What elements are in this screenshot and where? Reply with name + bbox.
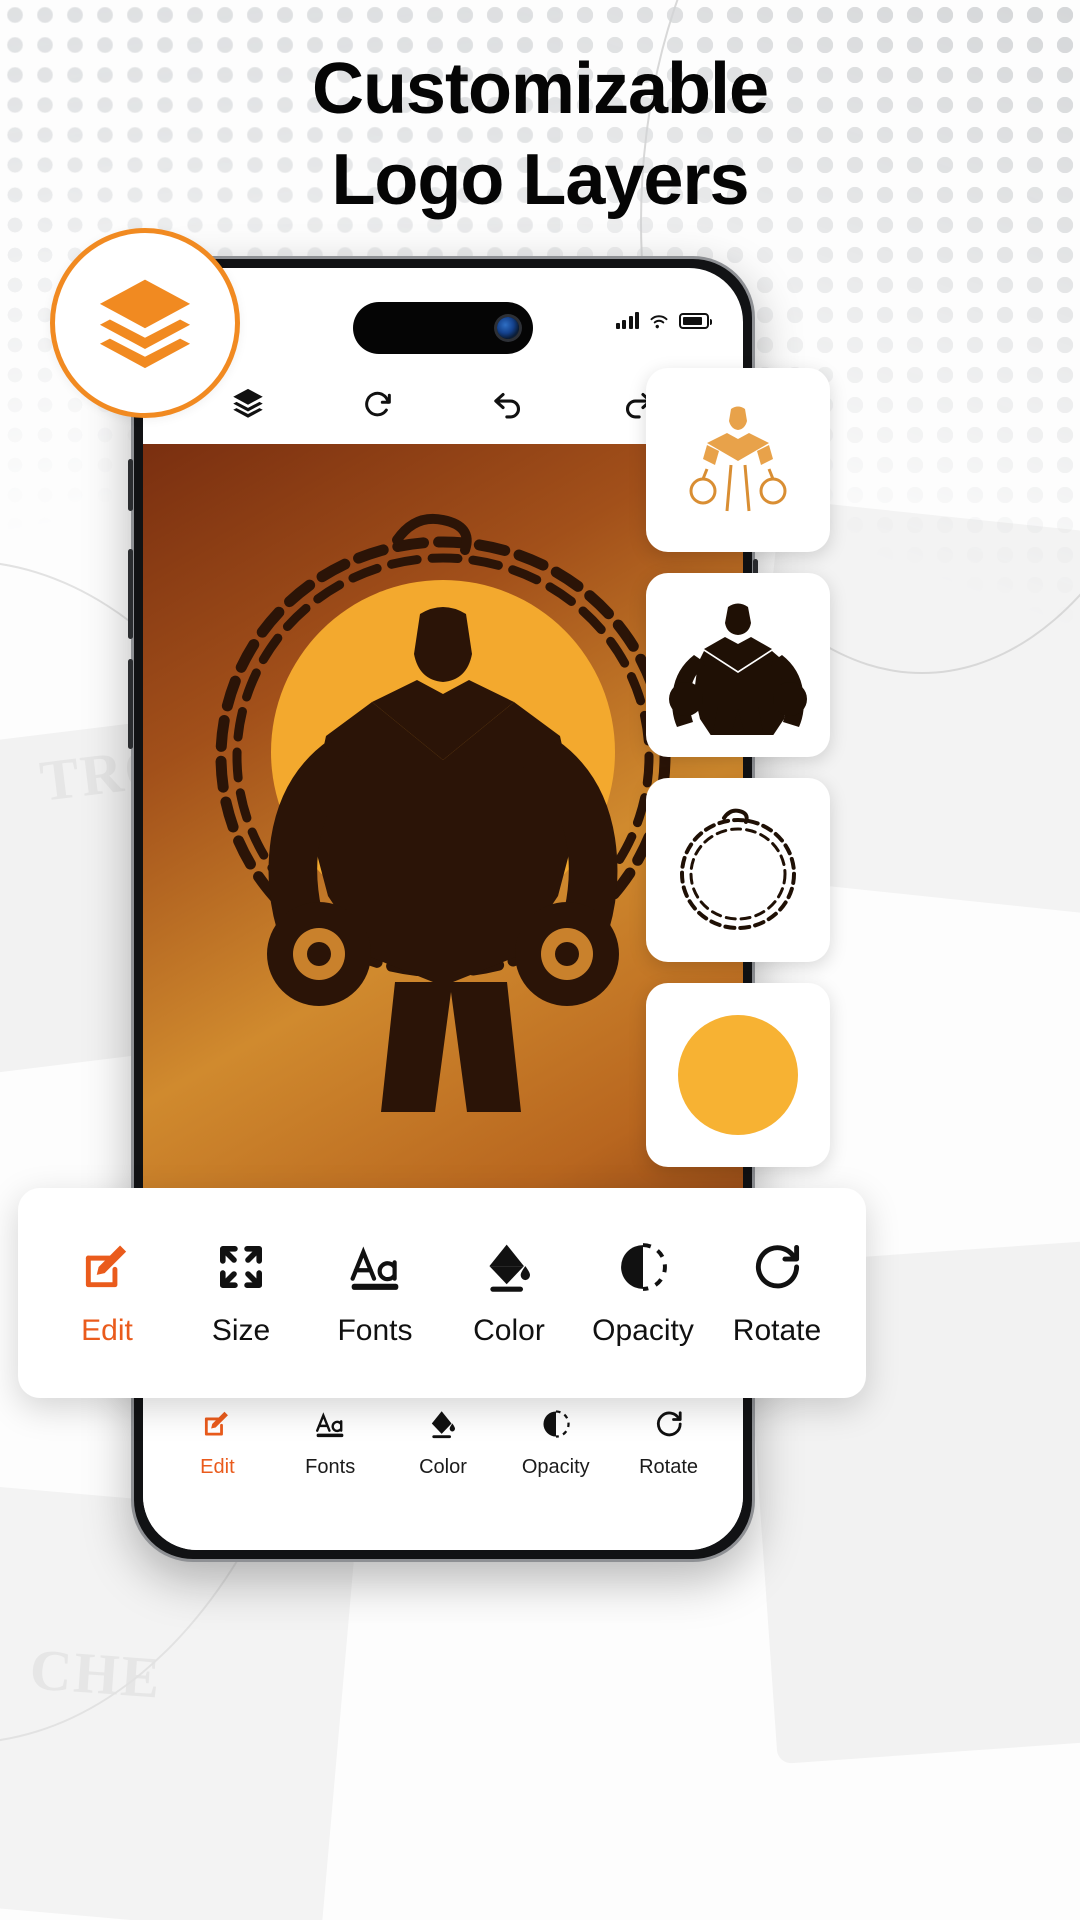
undo-arrow-icon[interactable] (490, 385, 526, 421)
fonts-aa-icon (314, 1408, 346, 1445)
color-bucket-icon (481, 1238, 537, 1296)
rotate-icon (653, 1408, 685, 1445)
tool-size[interactable]: Size (179, 1238, 303, 1348)
tool-label: Opacity (592, 1314, 694, 1347)
phone-volume-up-button (128, 549, 133, 639)
tool-label: Fonts (337, 1314, 413, 1347)
phone-volume-down-button (128, 659, 133, 749)
bottom-bar-label: Fonts (305, 1456, 356, 1478)
chain-circle-icon (680, 808, 796, 930)
front-camera-icon (497, 317, 519, 339)
tool-opacity[interactable]: Opacity (581, 1238, 705, 1348)
color-bucket-icon (427, 1408, 459, 1445)
rotate-icon (749, 1238, 805, 1296)
layer-card-abstract-figure[interactable] (646, 368, 830, 552)
layer-card-bodybuilder[interactable] (646, 573, 830, 757)
tool-label: Rotate (732, 1314, 822, 1347)
abstract-figure-icon (689, 406, 787, 512)
layer-card-color-swatch[interactable] (646, 983, 830, 1167)
bottom-bar-label: Edit (200, 1456, 235, 1478)
opacity-half-circle-icon (615, 1238, 671, 1296)
floating-tool-toolbar: Edit Size Fonts Color Opacity Rotate (18, 1188, 866, 1398)
yellow-circle-swatch (678, 1015, 798, 1135)
edit-pencil-icon (79, 1238, 135, 1296)
bottom-bar-item-color[interactable]: Color (395, 1408, 491, 1479)
bottom-bar-item-rotate[interactable]: Rotate (621, 1408, 717, 1479)
tool-color[interactable]: Color (447, 1238, 571, 1348)
bottom-bar-label: Opacity (521, 1456, 590, 1478)
bottom-bar-label: Color (419, 1456, 467, 1478)
size-expand-icon (213, 1238, 269, 1296)
page-title-line-2: Logo Layers (331, 139, 749, 220)
page-title: Customizable Logo Layers (0, 44, 1080, 225)
cellular-signal-icon (615, 312, 639, 329)
tool-edit[interactable]: Edit (45, 1238, 169, 1348)
phone-mute-switch (128, 459, 133, 511)
layers-icon (99, 279, 191, 369)
tool-rotate[interactable]: Rotate (715, 1238, 839, 1348)
edit-pencil-icon (201, 1408, 233, 1445)
bodybuilder-silhouette-icon (669, 603, 807, 735)
bottom-bar-item-fonts[interactable]: Fonts (282, 1408, 378, 1479)
layers-badge (50, 228, 240, 418)
dynamic-island (353, 302, 533, 354)
tool-label: Size (211, 1314, 271, 1347)
opacity-half-circle-icon (540, 1408, 572, 1445)
layers-icon[interactable] (230, 385, 266, 421)
redo-circular-icon[interactable] (360, 385, 396, 421)
layer-cards-panel (646, 368, 830, 1167)
bottom-bar-label: Rotate (639, 1456, 699, 1478)
battery-icon (679, 312, 712, 329)
logo-artwork[interactable] (183, 462, 703, 1162)
tool-label: Color (473, 1314, 545, 1347)
bottom-bar-item-edit[interactable]: Edit (169, 1408, 265, 1479)
wifi-icon (650, 315, 668, 329)
tool-label: Edit (81, 1314, 133, 1347)
tool-fonts[interactable]: Fonts (313, 1238, 437, 1348)
status-bar (615, 312, 712, 329)
page-title-line-1: Customizable (311, 49, 769, 129)
bottom-bar-item-opacity[interactable]: Opacity (508, 1408, 604, 1479)
layer-card-chain[interactable] (646, 778, 830, 962)
fonts-aa-icon (347, 1238, 403, 1296)
